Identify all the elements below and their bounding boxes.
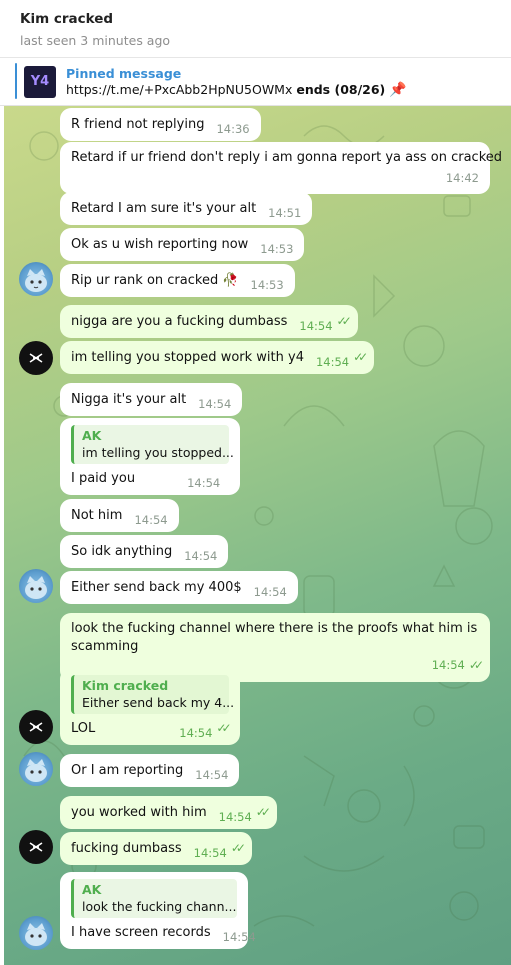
message-time: 14:54 bbox=[222, 930, 256, 944]
user-avatar[interactable] bbox=[19, 262, 53, 296]
message-time: 14:54 bbox=[431, 658, 465, 672]
pinned-text: https://t.me/+PxcAbb2HpNU5OWMx ends (08/… bbox=[66, 82, 407, 98]
message-bubble-outgoing[interactable]: you worked with him 14:54 ✓✓ bbox=[60, 796, 277, 829]
double-check-icon: ✓✓ bbox=[255, 805, 271, 819]
message-text: Rip ur rank on cracked 🥀 bbox=[71, 273, 239, 288]
pinned-link[interactable]: https://t.me/+PxcAbb2HpNU5OWMx bbox=[66, 82, 292, 97]
message-text: Retard if ur friend don't reply i am gon… bbox=[71, 150, 503, 165]
reply-quote-text: Either send back my 4... bbox=[82, 695, 235, 710]
pinned-title: Pinned message bbox=[66, 66, 182, 81]
reply-quote[interactable]: AK look the fucking chann... bbox=[71, 879, 237, 918]
chat-header[interactable]: Kim cracked last seen 3 minutes ago bbox=[0, 0, 511, 58]
message-time: 14:54 bbox=[218, 810, 252, 824]
message-time: 14:54 bbox=[299, 319, 333, 333]
message-time: 14:53 bbox=[250, 278, 284, 292]
message-bubble-reply-outgoing[interactable]: Kim cracked Either send back my 4... LOL… bbox=[60, 668, 240, 745]
message-text: Not him bbox=[71, 508, 123, 523]
pinned-accent-bar bbox=[15, 63, 17, 99]
message-bubble[interactable]: Retard I am sure it's your alt 14:51 bbox=[60, 192, 313, 225]
double-check-icon: ✓✓ bbox=[336, 314, 352, 328]
message-time: 14:54 bbox=[179, 726, 213, 740]
reply-quote-text: look the fucking chann... bbox=[82, 899, 237, 914]
message-bubble-outgoing[interactable]: im telling you stopped work with y4 14:54… bbox=[60, 341, 375, 374]
chat-title: Kim cracked bbox=[20, 11, 114, 27]
cat-avatar-icon bbox=[25, 576, 47, 599]
message-bubble[interactable]: Not him 14:54 bbox=[60, 499, 179, 532]
message-text: im telling you stopped work with y4 bbox=[71, 350, 304, 365]
dark-logo-avatar-icon bbox=[29, 722, 43, 732]
message-time: 14:54 bbox=[134, 513, 168, 527]
contact-avatar[interactable] bbox=[19, 710, 53, 744]
message-bubble-outgoing[interactable]: nigga are you a fucking dumbass 14:54 ✓✓ bbox=[60, 305, 358, 338]
cat-avatar-icon bbox=[25, 269, 47, 292]
message-bubble[interactable]: R friend not replying 14:36 bbox=[60, 108, 261, 141]
message-text: fucking dumbass bbox=[71, 841, 182, 856]
reply-quote[interactable]: Kim cracked Either send back my 4... bbox=[71, 675, 235, 714]
message-bubble[interactable]: Retard if ur friend don't reply i am gon… bbox=[60, 142, 502, 194]
cat-avatar-icon bbox=[25, 759, 47, 782]
last-seen-status: last seen 3 minutes ago bbox=[20, 33, 171, 48]
reply-quote[interactable]: AK im telling you stopped... bbox=[71, 425, 234, 464]
message-text: Or I am reporting bbox=[71, 763, 184, 778]
pinned-thumbnail: Y4 bbox=[24, 66, 56, 98]
reply-quote-author: AK bbox=[82, 882, 102, 897]
message-text: Nigga it's your alt bbox=[71, 392, 187, 407]
message-text: Ok as u wish reporting now bbox=[71, 237, 249, 252]
message-time: 14:54 bbox=[187, 476, 221, 490]
message-text: I paid you bbox=[71, 471, 136, 486]
user-avatar[interactable] bbox=[19, 569, 53, 603]
message-time: 14:54 bbox=[253, 585, 287, 599]
double-check-icon: ✓✓ bbox=[468, 658, 484, 672]
reply-quote-author: AK bbox=[82, 428, 102, 443]
reply-quote-text: im telling you stopped... bbox=[82, 445, 234, 460]
message-text: look the fucking channel where there is … bbox=[71, 621, 478, 636]
user-avatar[interactable] bbox=[19, 752, 53, 786]
user-avatar[interactable] bbox=[19, 916, 53, 950]
message-bubble[interactable]: Either send back my 400$ 14:54 bbox=[60, 571, 298, 604]
message-text: Retard I am sure it's your alt bbox=[71, 201, 257, 216]
dark-logo-avatar-icon bbox=[29, 353, 43, 363]
contact-avatar[interactable] bbox=[19, 830, 53, 864]
message-text: So idk anything bbox=[71, 544, 173, 559]
message-bubble-reply[interactable]: AK look the fucking chann... I have scre… bbox=[60, 872, 256, 949]
message-time: 14:54 bbox=[195, 768, 229, 782]
message-text: LOL bbox=[71, 721, 96, 736]
double-check-icon: ✓✓ bbox=[216, 721, 231, 735]
double-check-icon: ✓✓ bbox=[353, 350, 368, 364]
pinned-suffix: ends (08/26) bbox=[296, 82, 386, 97]
message-bubble-reply[interactable]: AK im telling you stopped... I paid you 1… bbox=[60, 418, 240, 495]
double-check-icon: ✓✓ bbox=[230, 841, 246, 855]
message-time: 14:54 bbox=[198, 397, 232, 411]
message-bubble[interactable]: Rip ur rank on cracked 🥀 14:53 bbox=[60, 264, 295, 297]
message-text: nigga are you a fucking dumbass bbox=[71, 314, 288, 329]
message-text: R friend not replying bbox=[71, 117, 205, 132]
message-time: 14:54 bbox=[184, 549, 218, 563]
message-bubble-outgoing[interactable]: fucking dumbass 14:54 ✓✓ bbox=[60, 832, 252, 865]
cat-avatar-icon bbox=[25, 923, 47, 946]
message-bubble[interactable]: Or I am reporting 14:54 bbox=[60, 754, 240, 787]
message-text: I have screen records bbox=[71, 925, 211, 940]
message-time: 14:54 bbox=[193, 846, 227, 860]
pin-icon: 📌 bbox=[389, 82, 407, 98]
message-text: Either send back my 400$ bbox=[71, 580, 242, 595]
message-bubble[interactable]: So idk anything 14:54 bbox=[60, 535, 229, 568]
dark-logo-avatar-icon bbox=[29, 842, 43, 852]
message-text: you worked with him bbox=[71, 805, 207, 820]
message-bubble[interactable]: Nigga it's your alt 14:54 bbox=[60, 383, 243, 416]
message-bubble[interactable]: Ok as u wish reporting now 14:53 bbox=[60, 228, 305, 261]
message-time: 14:51 bbox=[268, 206, 302, 220]
message-text-line2: scamming bbox=[71, 639, 139, 654]
reply-quote-author: Kim cracked bbox=[82, 678, 169, 693]
message-time: 14:42 bbox=[445, 171, 479, 185]
contact-avatar[interactable] bbox=[19, 341, 53, 375]
message-time: 14:36 bbox=[216, 122, 250, 136]
message-time: 14:54 bbox=[315, 355, 350, 369]
message-time: 14:53 bbox=[260, 242, 294, 256]
pinned-message-bar[interactable]: Y4 Pinned message https://t.me/+PxcAbb2H… bbox=[0, 58, 511, 106]
